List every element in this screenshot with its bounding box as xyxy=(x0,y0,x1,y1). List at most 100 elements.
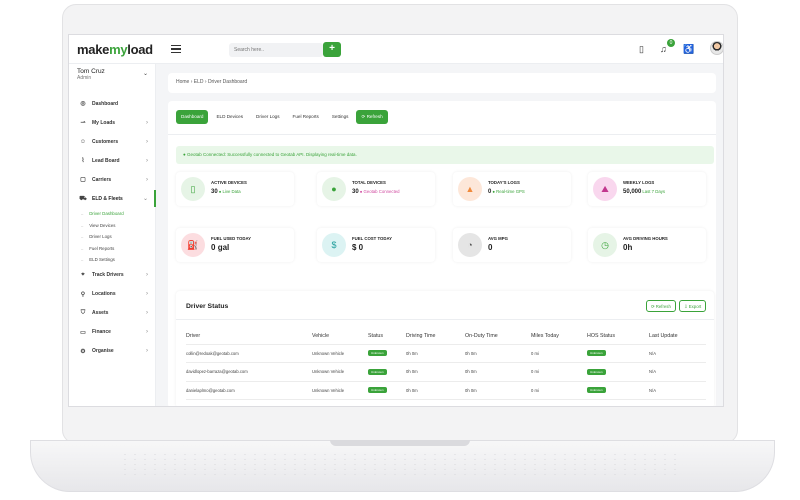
sidebar-item-lead-board[interactable]: ⌇ Lead Board › xyxy=(69,151,156,170)
refresh-button[interactable]: ⟳ Refresh xyxy=(646,300,676,312)
table-cell: 0 mi xyxy=(531,344,587,363)
add-button[interactable]: + xyxy=(323,42,341,57)
stat-card: ⛽ FUEL USED TODAY 0 gal xyxy=(176,228,294,262)
fuel-used-todayicon: ⛽ xyxy=(181,233,205,257)
sidebar-subitem[interactable]: – View Devices xyxy=(69,220,156,232)
stat-value-row: $ 0 xyxy=(352,243,363,252)
sidebar-item-carriers[interactable]: ▢ Carriers › xyxy=(69,170,156,189)
chevron-icon: › xyxy=(146,272,148,278)
bullet-icon: – xyxy=(81,222,84,228)
chevron-icon: ⌄ xyxy=(142,196,148,202)
stat-value: 30 xyxy=(211,189,218,195)
divider xyxy=(176,319,714,320)
sidebar-item-locations[interactable]: ⚲ Locations › xyxy=(69,285,156,304)
stat-label: ACTIVE DEVICES xyxy=(211,180,247,185)
table-cell: Unknown xyxy=(587,344,649,363)
column-header[interactable]: Vehicle xyxy=(312,328,368,345)
tab-fuel-reports[interactable]: Fuel Reports xyxy=(288,110,324,124)
chevron-down-icon[interactable]: ⌄ xyxy=(143,70,148,77)
stat-card: $ FUEL COST TODAY $ 0 xyxy=(317,228,435,262)
status-badge: Unknown xyxy=(368,350,387,357)
loads-icon: ⇀ xyxy=(80,120,86,126)
sidebar-item-label: Organise xyxy=(92,348,114,354)
customers-icon: ☺ xyxy=(79,138,87,145)
sidebar-subitem-label: Driver Dashboard xyxy=(89,211,124,217)
avatar[interactable] xyxy=(710,41,723,55)
sidebar-item-finance[interactable]: ▭ Finance › xyxy=(69,323,156,342)
sidebar-subitem[interactable]: – ELD Settings xyxy=(69,254,156,266)
sidebar-subitem-label: Fuel Reports xyxy=(89,245,115,251)
stat-value-row: 0 xyxy=(488,243,492,252)
tab-eld-devices[interactable]: ELD Devices xyxy=(211,110,248,124)
sidebar-item-label: ELD & Fleets xyxy=(92,195,123,202)
sidebar-item-eld-fleets[interactable]: ⛟ ELD & Fleets ⌄ xyxy=(69,189,156,208)
sidebar-item-organise[interactable]: ⚙ Organise › xyxy=(69,342,156,361)
table-cell: N/A xyxy=(649,344,706,363)
breadcrumb: Home › ELD › Driver Dashboard xyxy=(176,79,248,85)
stat-value-row: 30● Live Data xyxy=(211,189,241,195)
column-header[interactable]: Miles Today xyxy=(531,328,587,345)
column-header[interactable]: On-Duty Time xyxy=(465,328,531,345)
table-row[interactable]: davidlopez-barraza@geotab.com Unknown Veh… xyxy=(186,362,706,382)
document-icon[interactable]: ▯ xyxy=(639,44,644,55)
sidebar-subitem-label: ELD Settings xyxy=(89,257,115,263)
accessibility-icon[interactable]: ♿ xyxy=(683,44,694,55)
column-header[interactable]: Driver xyxy=(186,328,312,345)
bullet-icon: – xyxy=(81,234,84,240)
tab-settings[interactable]: Settings xyxy=(327,110,354,124)
stat-card: ▯ ACTIVE DEVICES 30● Live Data xyxy=(176,172,294,206)
today-s-logsicon: ▲ xyxy=(458,177,482,201)
column-header[interactable]: Driving Time xyxy=(406,328,465,345)
stat-subtext: ● Live Data xyxy=(218,189,241,194)
menu-toggle-icon[interactable] xyxy=(171,45,181,53)
stat-subtext: Last 7 Days xyxy=(642,189,666,194)
table-cell: 0h 0m xyxy=(406,381,465,400)
export-button[interactable]: ⇩ Export xyxy=(679,300,707,312)
stat-label: WEEKLY LOGS xyxy=(623,180,655,185)
tab-driver-logs[interactable]: Driver Logs xyxy=(251,110,285,124)
sidebar-item-my-loads[interactable]: ⇀ My Loads › xyxy=(69,113,156,132)
table-cell: 0h 0m xyxy=(465,362,531,382)
table-cell: 0 mi xyxy=(531,381,587,400)
column-header[interactable]: Last Update xyxy=(649,328,706,345)
driver-status-card: Driver Status ⟳ Refresh ⇩ Export Driver V… xyxy=(176,291,714,406)
sidebar-item-dashboard[interactable]: ◎ Dashboard xyxy=(69,94,156,113)
sidebar-item-track-drivers[interactable]: ⌖ Track Drivers › xyxy=(69,266,156,285)
sidebar-item-label: Lead Board xyxy=(92,157,120,164)
table-cell: Unknown Vehicle xyxy=(312,344,368,363)
table-cell: Unknown xyxy=(587,362,649,382)
sidebar-subitem-label: Driver Logs xyxy=(89,234,112,240)
user-name: Tom Cruz xyxy=(77,68,105,75)
table-row[interactable]: collin@redoak@geotab.com Unknown Vehicle U… xyxy=(186,344,706,363)
gear-icon: ⚙ xyxy=(80,348,86,355)
refresh-button[interactable]: ⟳ Refresh xyxy=(356,110,388,124)
table-cell: danielaplmo@geotab.com xyxy=(186,381,312,400)
bell-icon[interactable]: ♫ xyxy=(660,44,667,54)
table-cell: Unknown xyxy=(587,381,649,400)
chevron-icon: › xyxy=(146,329,148,335)
sidebar-subitem[interactable]: – Driver Logs xyxy=(69,231,156,243)
app-window: makemyload + ▯ ♫ 0 ♿ Tom Cruz Admin ⌄ ◎ D… xyxy=(68,34,724,407)
status-badge: Unknown xyxy=(587,387,606,394)
stat-label: AVG MPG xyxy=(488,236,508,241)
sidebar-item-label: My Loads xyxy=(92,119,116,126)
column-header[interactable]: HOS Status xyxy=(587,328,649,345)
logo[interactable]: makemyload xyxy=(77,42,153,57)
main-card: Dashboard ELD Devices Driver Logs Fuel Repo… xyxy=(168,101,716,406)
chevron-icon: › xyxy=(146,157,148,164)
column-header[interactable]: Status xyxy=(368,328,406,345)
table-row[interactable]: danielaplmo@geotab.com Unknown Vehicle Unk… xyxy=(186,381,706,400)
chevron-icon: › xyxy=(146,291,148,297)
search-input[interactable] xyxy=(229,43,323,57)
sidebar-item-customers[interactable]: ☺ Customers › xyxy=(69,132,156,151)
stat-value-row: 0h xyxy=(623,243,632,252)
stat-value: 50,000 xyxy=(623,189,642,195)
tab-dashboard[interactable]: Dashboard xyxy=(176,110,209,124)
location-icon: ⌖ xyxy=(81,271,85,278)
sidebar-subitem[interactable]: – Driver Dashboard xyxy=(69,208,156,220)
table-cell: 0h 0m xyxy=(406,344,465,363)
sidebar-subitem[interactable]: – Fuel Reports xyxy=(69,243,156,255)
sidebar-item-assets[interactable]: ⛉ Assets › xyxy=(69,304,156,323)
table-cell: collin@redoak@geotab.com xyxy=(186,344,312,363)
truck-icon: ⛟ xyxy=(79,195,87,202)
